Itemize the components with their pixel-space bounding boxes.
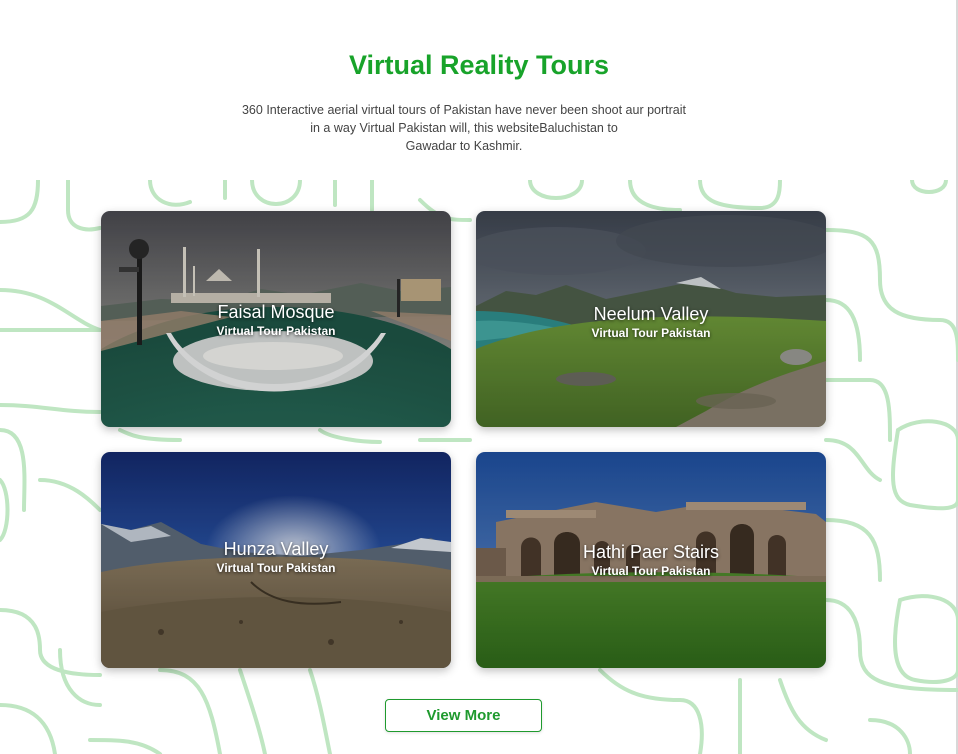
description-line: in a way Virtual Pakistan will, this web… [310,121,618,135]
section-description: 360 Interactive aerial virtual tours of … [219,101,709,155]
description-line: 360 Interactive aerial virtual tours of … [241,103,686,117]
tour-caption: Hunza Valley Virtual Tour Pakistan [101,538,451,576]
tour-subtitle: Virtual Tour Pakistan [591,326,711,340]
tour-card-neelum-valley[interactable]: Neelum Valley Virtual Tour Pakistan [476,211,826,427]
section-title: Virtual Reality Tours [348,50,610,80]
tour-subtitle: Virtual Tour Pakistan [216,561,336,575]
tour-caption: Hathi Paer Stairs Virtual Tour Pakistan [476,541,826,579]
tour-caption: Neelum Valley Virtual Tour Pakistan [476,303,826,341]
description-line: Gawadar to Kashmir. [405,139,523,153]
view-more-button[interactable]: View More [385,699,542,732]
tour-card-faisal-mosque[interactable]: Faisal Mosque Virtual Tour Pakistan [101,211,451,427]
tour-name: Faisal Mosque [217,302,335,322]
tour-name: Hunza Valley [223,539,329,559]
tour-subtitle: Virtual Tour Pakistan [591,564,711,578]
tour-name: Hathi Paer Stairs [582,542,720,562]
tour-card-hathi-paer-stairs[interactable]: Hathi Paer Stairs Virtual Tour Pakistan [476,452,826,668]
tour-name: Neelum Valley [593,304,709,324]
tour-subtitle: Virtual Tour Pakistan [216,324,336,338]
tour-caption: Faisal Mosque Virtual Tour Pakistan [101,301,451,339]
tour-card-hunza-valley[interactable]: Hunza Valley Virtual Tour Pakistan [101,452,451,668]
